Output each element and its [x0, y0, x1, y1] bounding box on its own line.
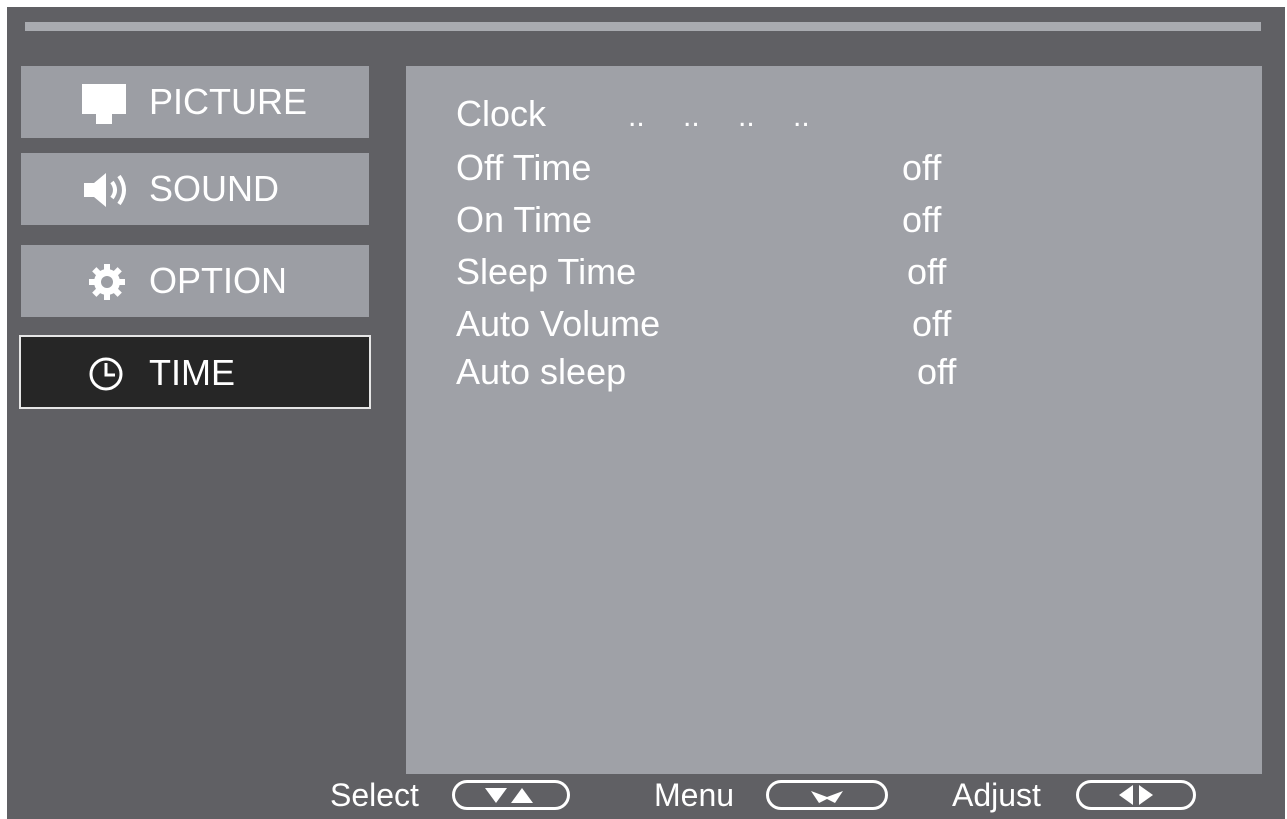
auto-volume-label: Auto Volume [456, 303, 661, 344]
on-time-value: off [902, 199, 942, 240]
sidebar-item-label: OPTION [149, 260, 288, 301]
sidebar-item-label: PICTURE [149, 81, 308, 122]
tv-menu-screen: PICTURE SOUND OPTION TIME Clock .. .. ..… [7, 7, 1285, 819]
sidebar-item-label: SOUND [149, 168, 280, 209]
select-hint-label: Select [330, 777, 419, 813]
gear-icon [89, 264, 125, 300]
sleep-time-label: Sleep Time [456, 251, 637, 292]
clock-icon [89, 357, 123, 391]
time-settings-panel: Clock .. .. .. .. Off Time off On Time o… [406, 66, 1262, 774]
menu-hint-label: Menu [654, 777, 735, 813]
sidebar-item-option[interactable]: OPTION [21, 245, 369, 317]
sidebar-item-sound[interactable]: SOUND [21, 153, 369, 225]
auto-volume-value: off [912, 303, 952, 344]
up-down-arrows-icon [452, 780, 570, 810]
auto-sleep-label: Auto sleep [456, 351, 627, 392]
left-right-arrows-icon [1076, 780, 1196, 810]
top-bar [25, 22, 1261, 31]
sleep-time-value: off [907, 251, 947, 292]
clock-value: .. .. .. .. [628, 100, 810, 133]
sidebar-item-label: TIME [149, 352, 235, 393]
off-time-value: off [902, 147, 942, 188]
on-time-label: On Time [456, 199, 593, 240]
off-time-label: Off Time [456, 147, 592, 188]
clock-label: Clock [456, 93, 547, 134]
auto-sleep-value: off [917, 351, 957, 392]
sidebar-item-time[interactable]: TIME [19, 335, 371, 409]
speaker-icon [84, 173, 126, 207]
monitor-icon [82, 84, 126, 124]
adjust-hint-label: Adjust [952, 777, 1041, 813]
sidebar-item-picture[interactable]: PICTURE [21, 66, 369, 138]
return-arrow-icon [766, 780, 888, 810]
